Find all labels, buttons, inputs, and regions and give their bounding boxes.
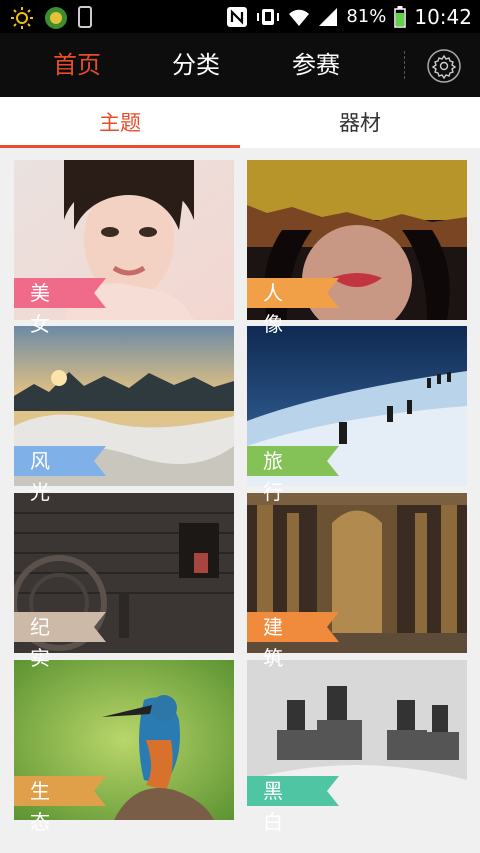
status-right: 81% 10:42 (226, 0, 472, 33)
ribbon-shape (14, 612, 106, 642)
active-subtab-indicator (0, 145, 240, 148)
status-bar: 81% 10:42 (0, 0, 480, 33)
sun-icon (11, 7, 33, 29)
signal-icon (319, 7, 338, 26)
category-label-text: 纪实 (30, 615, 50, 670)
battery-icon (394, 5, 407, 28)
category-label-text: 风光 (30, 449, 50, 504)
category-label-text: 美女 (30, 281, 50, 336)
category-label-text: 生态 (30, 779, 50, 834)
ribbon-shape (247, 278, 339, 308)
ribbon-shape (14, 278, 106, 308)
battery-percent: 81% (346, 6, 387, 27)
nav-divider (404, 51, 405, 79)
category-label-text: 人像 (263, 281, 283, 336)
clock: 10:42 (414, 4, 472, 29)
nfc-icon (227, 6, 248, 27)
ribbon-shape (247, 612, 339, 642)
vibrate-icon (257, 8, 280, 25)
phone-icon (78, 6, 92, 28)
sub-tabs: 主题 器材 (0, 97, 480, 148)
tab-home[interactable]: 首页 (32, 33, 122, 97)
subtab-theme[interactable]: 主题 (0, 97, 240, 148)
subtab-equipment[interactable]: 器材 (240, 97, 480, 148)
ribbon-shape (247, 776, 339, 806)
top-nav: 首页 分类 参赛 (0, 33, 480, 97)
wifi-icon (289, 9, 310, 26)
ribbon-shape (14, 446, 106, 476)
gear-icon[interactable] (426, 48, 462, 84)
ribbon-shape (14, 776, 106, 806)
app-notification-icon (45, 7, 67, 29)
category-label-text: 建筑 (263, 615, 283, 670)
tab-contest[interactable]: 参赛 (271, 33, 361, 97)
ribbon-shape (247, 446, 339, 476)
category-label-text: 黑白 (263, 779, 283, 834)
tab-category[interactable]: 分类 (151, 33, 241, 97)
category-label-text: 旅行 (263, 449, 283, 504)
